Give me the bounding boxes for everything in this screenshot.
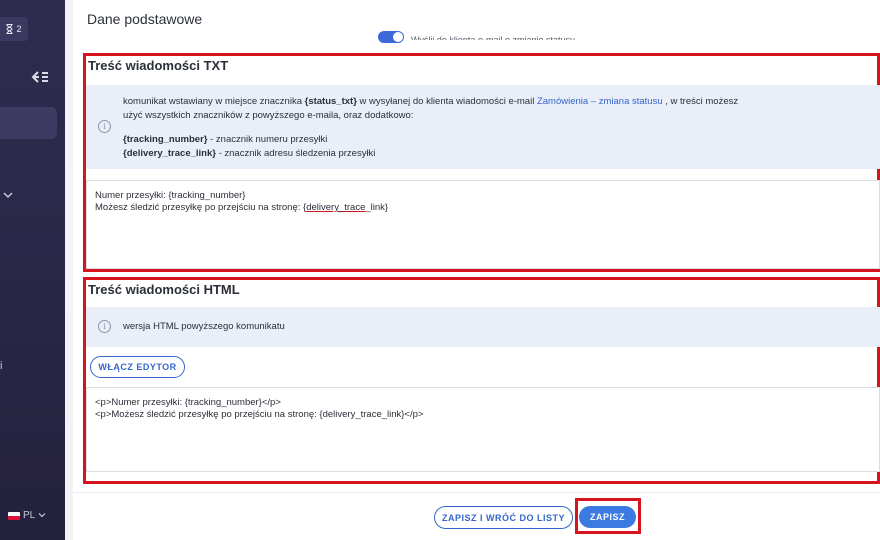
info-text-part: w wysyłanej do klienta wiadomości e-mail [356,96,537,107]
enable-editor-button[interactable]: WŁĄCZ EDYTOR [90,356,185,378]
language-selector[interactable]: PL [8,510,46,521]
spellcheck-word: delivery_trace [306,202,366,213]
info-icon: i [98,320,111,333]
html-content-line: <p>Numer przesyłki: {tracking_number}</p… [95,397,281,408]
tracking-number-tag: {tracking_number} [123,134,208,145]
status-email-toggle[interactable] [378,31,404,43]
html-info-text: wersja HTML powyższego komunikatu [123,321,285,332]
info-text-part: komunikat wstawiany w miejsce znacznika [123,96,305,107]
status-txt-tag: {status_txt} [304,96,357,107]
chevron-down-icon [38,510,46,521]
html-message-section: Treść wiadomości HTML i wersja HTML powy… [83,277,880,484]
delivery-trace-link-desc: - znacznik adresu śledzenia przesyłki [215,148,376,159]
txt-content-line: Numer przesyłki: {tracking_number} [95,190,246,201]
pending-tasks-indicator[interactable]: 2 [0,17,28,41]
info-text-part: , w treści możesz [662,96,739,107]
hourglass-icon [6,24,13,34]
html-message-title: Treść wiadomości HTML [88,282,240,297]
txt-message-section: Treść wiadomości TXT i komunikat wstawia… [83,53,880,272]
save-and-back-button[interactable]: ZAPISZ I WRÓĆ DO LISTY [434,506,573,529]
poland-flag-icon [8,511,20,520]
tracking-number-desc: - znacznik numeru przesyłki [207,134,328,145]
html-info-box: i wersja HTML powyższego komunikatu [86,307,880,347]
txt-content-part: _link} [365,202,389,213]
main-panel: Dane podstawowe Wyślij do klienta e-mail… [73,0,880,540]
status-email-toggle-label: Wyślij do klienta e-mail o zmianie statu… [411,35,575,40]
txt-message-title: Treść wiadomości TXT [88,58,229,73]
txt-info-box: i komunikat wstawiany w miejsce znacznik… [86,85,880,169]
sidebar-item-active[interactable] [0,107,57,139]
sidebar: 2 i PL [0,0,65,540]
txt-content-line: Możesz śledzić przesyłkę po przejściu na… [95,202,871,214]
language-code: PL [23,510,36,521]
delivery-trace-link-tag: {delivery_trace_link} [123,148,216,159]
txt-message-textarea[interactable]: Numer przesyłki: {tracking_number} Możes… [86,180,880,269]
chevron-down-icon[interactable] [3,186,13,204]
html-message-textarea[interactable]: <p>Numer przesyłki: {tracking_number}</p… [86,387,880,472]
info-text-line: użyć wszystkich znaczników z powyższego … [123,110,414,121]
save-button[interactable]: ZAPISZ [579,506,636,528]
status-change-email-link[interactable]: Zamówienia – zmiana statusu [537,96,663,107]
txt-info-text: komunikat wstawiany w miejsce znacznika … [123,95,863,161]
section-title: Dane podstawowe [87,11,203,27]
html-content-line: <p>Możesz śledzić przesyłkę po przejściu… [95,409,424,420]
info-icon: i [98,120,111,133]
footer-divider [73,492,880,493]
sidebar-partial-label: i [0,360,3,372]
collapse-sidebar-icon[interactable] [31,70,49,89]
txt-content-part: Możesz śledzić przesyłkę po przejściu na… [95,202,307,213]
pending-count-badge: 2 [16,24,22,34]
